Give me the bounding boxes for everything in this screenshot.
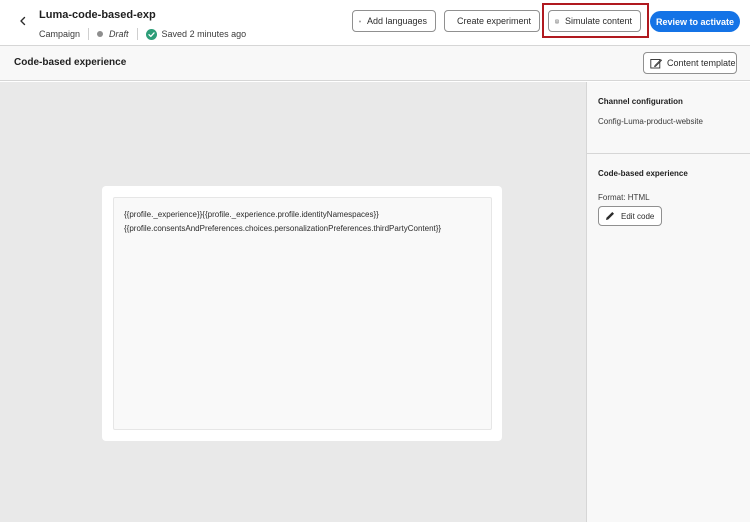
properties-panel: Channel configuration Config-Luma-produc… xyxy=(586,82,750,522)
pencil-icon xyxy=(606,212,614,220)
content-template-button[interactable]: Content template xyxy=(643,52,737,74)
status-dot-icon xyxy=(97,31,104,37)
campaign-meta: Campaign Draft Saved 2 minutes ago xyxy=(39,28,246,40)
add-languages-button[interactable]: Add languages xyxy=(352,10,436,32)
code-line: {{profile.consentsAndPreferences.choices… xyxy=(124,224,442,233)
channel-configuration-section: Channel configuration Config-Luma-produc… xyxy=(587,82,750,154)
edit-code-label: Edit code xyxy=(621,211,655,221)
saved-status: Saved 2 minutes ago xyxy=(161,29,247,39)
content-card: {{profile._experience}}{{profile._experi… xyxy=(102,186,502,441)
check-circle-icon xyxy=(145,28,157,40)
top-header: Luma-code-based-exp Campaign Draft Saved… xyxy=(0,0,750,46)
format-label: Format: HTML xyxy=(598,193,650,202)
content-template-label: Content template xyxy=(667,58,736,68)
section-title: Code-based experience xyxy=(14,57,127,68)
back-button[interactable] xyxy=(14,12,32,30)
channel-configuration-heading: Channel configuration xyxy=(598,97,683,106)
code-content: {{profile._experience}}{{profile._experi… xyxy=(124,208,441,236)
status-badge: Draft xyxy=(109,29,129,39)
template-edit-icon xyxy=(650,58,662,68)
code-line: {{profile._experience}}{{profile._experi… xyxy=(124,210,379,219)
code-preview[interactable]: {{profile._experience}}{{profile._experi… xyxy=(113,197,492,430)
create-experiment-button[interactable]: Create experiment xyxy=(444,10,540,32)
globe-icon xyxy=(359,20,361,22)
edit-code-button[interactable]: Edit code xyxy=(598,206,662,226)
campaign-type: Campaign xyxy=(39,29,81,39)
channel-configuration-value: Config-Luma-product-website xyxy=(598,117,703,126)
page-title: Luma-code-based-exp xyxy=(39,9,156,21)
review-to-activate-button[interactable]: Review to activate xyxy=(650,11,740,32)
highlight-box xyxy=(542,3,649,38)
editor-toolbar: Code-based experience Content template xyxy=(0,46,750,81)
content-canvas: {{profile._experience}}{{profile._experi… xyxy=(0,82,586,522)
create-experiment-label: Create experiment xyxy=(457,16,532,26)
chevron-left-icon xyxy=(20,16,26,26)
divider xyxy=(88,28,90,40)
code-based-experience-heading: Code-based experience xyxy=(598,169,688,178)
divider xyxy=(136,28,138,40)
add-languages-label: Add languages xyxy=(366,16,427,26)
